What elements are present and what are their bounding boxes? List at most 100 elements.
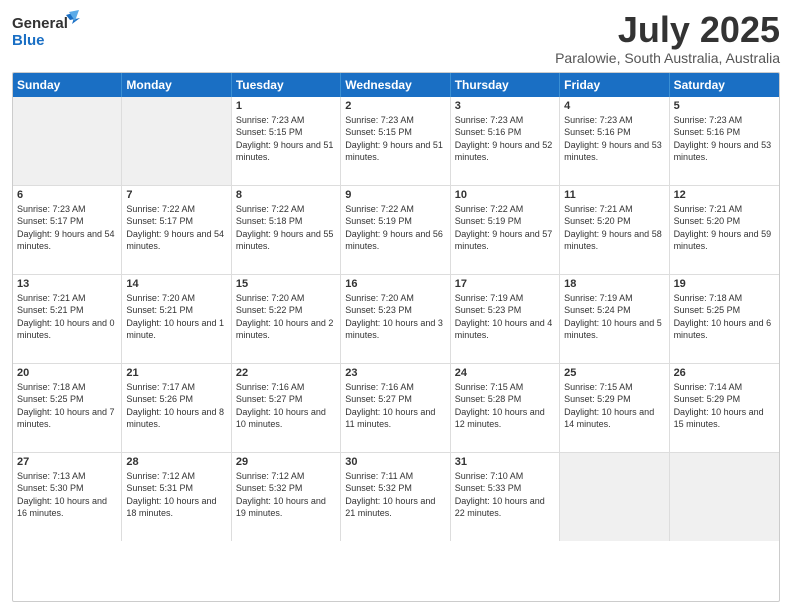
day-number: 1 [236,100,336,112]
day-number: 27 [17,456,117,468]
calendar-cell: 2 Sunrise: 7:23 AMSunset: 5:15 PMDaylight… [341,97,450,185]
page: GeneralBlue July 2025 Paralowie, South A… [0,0,792,612]
calendar-row-2: 6 Sunrise: 7:23 AMSunset: 5:17 PMDaylight… [13,186,779,275]
title-block: July 2025 Paralowie, South Australia, Au… [555,10,780,66]
calendar-cell: 26Sunrise: 7:14 AMSunset: 5:29 PMDayligh… [670,364,779,452]
location-subtitle: Paralowie, South Australia, Australia [555,50,780,66]
day-number: 4 [564,100,664,112]
cell-info: Sunrise: 7:20 AMSunset: 5:23 PMDaylight:… [345,292,445,342]
day-number: 24 [455,367,555,379]
calendar-cell [122,97,231,185]
cell-info: Sunrise: 7:22 AMSunset: 5:19 PMDaylight:… [345,203,445,253]
header-day-wednesday: Wednesday [341,73,450,97]
cell-info: Sunrise: 7:17 AMSunset: 5:26 PMDaylight:… [126,381,226,431]
svg-text:Blue: Blue [12,32,45,49]
cell-info: Sunrise: 7:15 AMSunset: 5:29 PMDaylight:… [564,381,664,431]
calendar-cell: 5 Sunrise: 7:23 AMSunset: 5:16 PMDaylight… [670,97,779,185]
cell-info: Sunrise: 7:21 AMSunset: 5:21 PMDaylight:… [17,292,117,342]
day-number: 18 [564,278,664,290]
header-day-saturday: Saturday [670,73,779,97]
day-number: 6 [17,189,117,201]
calendar-cell: 13 Sunrise: 7:21 AMSunset: 5:21 PMDayligh… [13,275,122,363]
calendar-cell: 11Sunrise: 7:21 AMSunset: 5:20 PMDayligh… [560,186,669,274]
header: GeneralBlue July 2025 Paralowie, South A… [12,10,780,66]
day-number: 31 [455,456,555,468]
month-title: July 2025 [555,10,780,50]
logo: GeneralBlue [12,10,82,55]
cell-info: Sunrise: 7:22 AMSunset: 5:18 PMDaylight:… [236,203,336,253]
calendar-cell: 10Sunrise: 7:22 AMSunset: 5:19 PMDayligh… [451,186,560,274]
day-number: 14 [126,278,226,290]
day-number: 7 [126,189,226,201]
day-number: 28 [126,456,226,468]
calendar-cell: 3 Sunrise: 7:23 AMSunset: 5:16 PMDaylight… [451,97,560,185]
cell-info: Sunrise: 7:23 AMSunset: 5:15 PMDaylight:… [236,114,336,164]
cell-info: Sunrise: 7:23 AMSunset: 5:16 PMDaylight:… [674,114,775,164]
header-day-friday: Friday [560,73,669,97]
day-number: 10 [455,189,555,201]
day-number: 5 [674,100,775,112]
calendar-cell: 8 Sunrise: 7:22 AMSunset: 5:18 PMDaylight… [232,186,341,274]
calendar-row-4: 20 Sunrise: 7:18 AMSunset: 5:25 PMDayligh… [13,364,779,453]
calendar-cell: 16 Sunrise: 7:20 AMSunset: 5:23 PMDayligh… [341,275,450,363]
cell-info: Sunrise: 7:23 AMSunset: 5:16 PMDaylight:… [455,114,555,164]
cell-info: Sunrise: 7:12 AMSunset: 5:32 PMDaylight:… [236,470,336,520]
cell-info: Sunrise: 7:23 AMSunset: 5:17 PMDaylight:… [17,203,117,253]
cell-info: Sunrise: 7:19 AMSunset: 5:24 PMDaylight:… [564,292,664,342]
day-number: 29 [236,456,336,468]
cell-info: Sunrise: 7:22 AMSunset: 5:17 PMDaylight:… [126,203,226,253]
cell-info: Sunrise: 7:20 AMSunset: 5:21 PMDaylight:… [126,292,226,342]
calendar-cell: 15Sunrise: 7:20 AMSunset: 5:22 PMDayligh… [232,275,341,363]
calendar-cell: 18 Sunrise: 7:19 AMSunset: 5:24 PMDayligh… [560,275,669,363]
day-number: 20 [17,367,117,379]
calendar-cell: 6 Sunrise: 7:23 AMSunset: 5:17 PMDaylight… [13,186,122,274]
calendar-cell: 22 Sunrise: 7:16 AMSunset: 5:27 PMDayligh… [232,364,341,452]
calendar-cell: 1 Sunrise: 7:23 AMSunset: 5:15 PMDaylight… [232,97,341,185]
day-number: 11 [564,189,664,201]
calendar-cell [560,453,669,541]
cell-info: Sunrise: 7:10 AMSunset: 5:33 PMDaylight:… [455,470,555,520]
cell-info: Sunrise: 7:13 AMSunset: 5:30 PMDaylight:… [17,470,117,520]
calendar-cell: 17Sunrise: 7:19 AMSunset: 5:23 PMDayligh… [451,275,560,363]
calendar-row-1: 1 Sunrise: 7:23 AMSunset: 5:15 PMDaylight… [13,97,779,186]
calendar-cell: 12Sunrise: 7:21 AMSunset: 5:20 PMDayligh… [670,186,779,274]
cell-info: Sunrise: 7:15 AMSunset: 5:28 PMDaylight:… [455,381,555,431]
calendar-cell: 21 Sunrise: 7:17 AMSunset: 5:26 PMDayligh… [122,364,231,452]
calendar-body: 1 Sunrise: 7:23 AMSunset: 5:15 PMDaylight… [13,97,779,541]
day-number: 8 [236,189,336,201]
day-number: 13 [17,278,117,290]
cell-info: Sunrise: 7:18 AMSunset: 5:25 PMDaylight:… [17,381,117,431]
calendar-cell: 9 Sunrise: 7:22 AMSunset: 5:19 PMDaylight… [341,186,450,274]
cell-info: Sunrise: 7:23 AMSunset: 5:16 PMDaylight:… [564,114,664,164]
calendar-cell: 19 Sunrise: 7:18 AMSunset: 5:25 PMDayligh… [670,275,779,363]
calendar-cell: 14 Sunrise: 7:20 AMSunset: 5:21 PMDayligh… [122,275,231,363]
day-number: 2 [345,100,445,112]
calendar-cell: 4 Sunrise: 7:23 AMSunset: 5:16 PMDaylight… [560,97,669,185]
cell-info: Sunrise: 7:16 AMSunset: 5:27 PMDaylight:… [236,381,336,431]
cell-info: Sunrise: 7:18 AMSunset: 5:25 PMDaylight:… [674,292,775,342]
calendar: SundayMondayTuesdayWednesdayThursdayFrid… [12,72,780,602]
header-day-monday: Monday [122,73,231,97]
day-number: 21 [126,367,226,379]
calendar-cell: 28 Sunrise: 7:12 AMSunset: 5:31 PMDayligh… [122,453,231,541]
calendar-cell: 30Sunrise: 7:11 AMSunset: 5:32 PMDayligh… [341,453,450,541]
header-day-sunday: Sunday [13,73,122,97]
calendar-cell: 31 Sunrise: 7:10 AMSunset: 5:33 PMDayligh… [451,453,560,541]
day-number: 19 [674,278,775,290]
cell-info: Sunrise: 7:11 AMSunset: 5:32 PMDaylight:… [345,470,445,520]
svg-text:General: General [12,15,68,32]
calendar-cell: 29 Sunrise: 7:12 AMSunset: 5:32 PMDayligh… [232,453,341,541]
cell-info: Sunrise: 7:20 AMSunset: 5:22 PMDaylight:… [236,292,336,342]
calendar-cell: 20 Sunrise: 7:18 AMSunset: 5:25 PMDayligh… [13,364,122,452]
calendar-row-3: 13 Sunrise: 7:21 AMSunset: 5:21 PMDayligh… [13,275,779,364]
calendar-cell: 25Sunrise: 7:15 AMSunset: 5:29 PMDayligh… [560,364,669,452]
cell-info: Sunrise: 7:23 AMSunset: 5:15 PMDaylight:… [345,114,445,164]
calendar-row-5: 27 Sunrise: 7:13 AMSunset: 5:30 PMDayligh… [13,453,779,541]
day-number: 16 [345,278,445,290]
calendar-header: SundayMondayTuesdayWednesdayThursdayFrid… [13,73,779,97]
day-number: 9 [345,189,445,201]
cell-info: Sunrise: 7:12 AMSunset: 5:31 PMDaylight:… [126,470,226,520]
day-number: 3 [455,100,555,112]
day-number: 22 [236,367,336,379]
day-number: 23 [345,367,445,379]
